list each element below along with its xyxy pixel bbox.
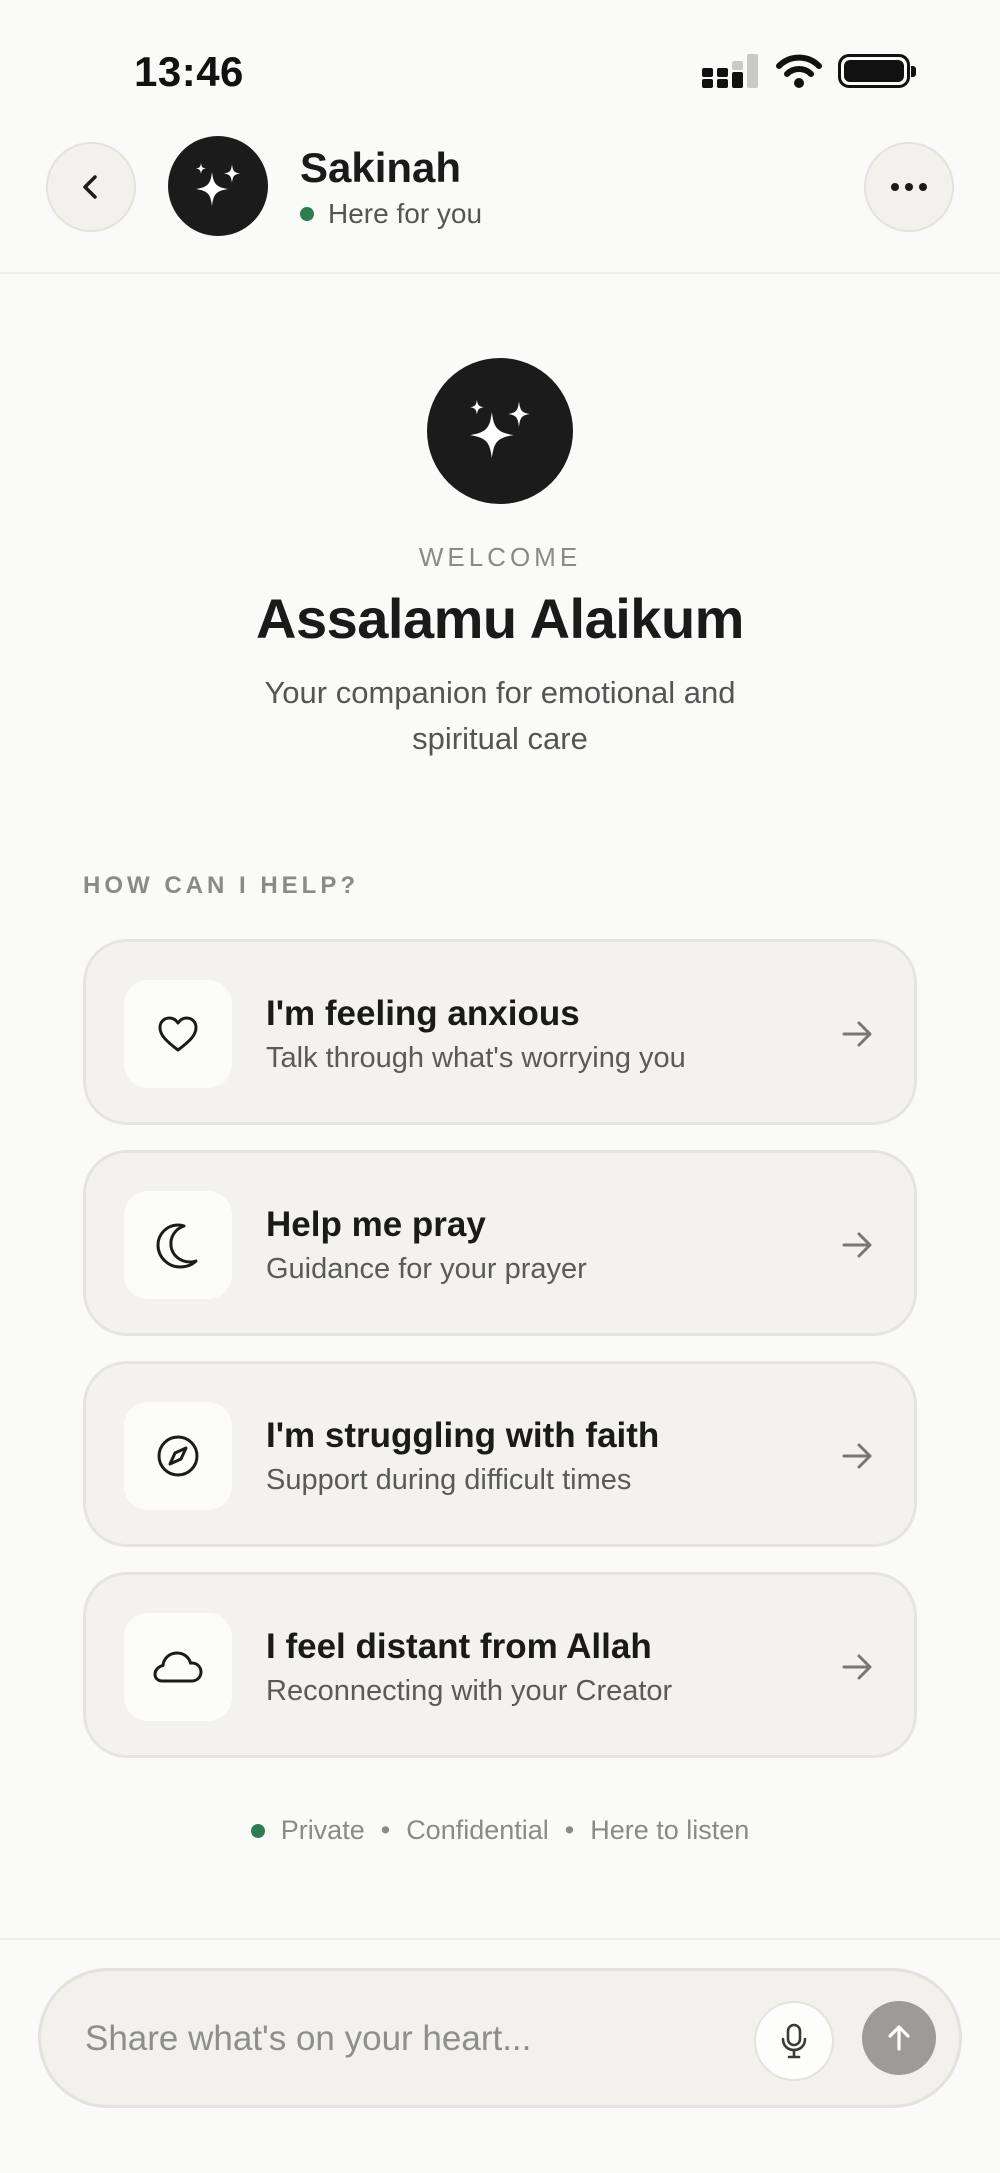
card-title: I'm struggling with faith — [266, 1416, 660, 1455]
assistant-status-text: Here for you — [328, 198, 483, 229]
card-title: I'm feeling anxious — [266, 994, 580, 1033]
online-indicator — [300, 207, 314, 221]
assistant-name: Sakinah — [300, 144, 462, 191]
privacy-separator: • — [564, 1815, 575, 1845]
help-card-distant[interactable]: I feel distant from Allah Reconnecting w… — [83, 1572, 917, 1758]
welcome-subtitle: Your companion for emotional and spiritu… — [264, 675, 736, 756]
sparkles-icon — [470, 399, 530, 459]
assistant-status: Here for you — [300, 198, 482, 230]
privacy-note-confidential: Confidential — [406, 1815, 549, 1845]
card-subtitle: Support during difficult times — [266, 1464, 632, 1496]
chevron-left-icon — [83, 175, 97, 199]
microphone-icon — [781, 2023, 807, 2059]
status-time: 13:46 — [134, 48, 244, 95]
welcome-avatar — [427, 358, 573, 504]
chat-header: Sakinah Here for you — [0, 120, 1000, 274]
cellular-signal-icon — [702, 54, 758, 88]
help-card-anxious[interactable]: I'm feeling anxious Talk through what's … — [83, 939, 917, 1125]
status-icons — [702, 54, 916, 88]
message-input[interactable] — [85, 2007, 745, 2071]
message-composer — [38, 1968, 962, 2108]
privacy-note-listen: Here to listen — [590, 1815, 750, 1845]
heart-icon — [158, 1016, 198, 1052]
compass-icon — [157, 1435, 199, 1477]
arrow-up-icon — [888, 2025, 910, 2051]
help-card-pray[interactable]: Help me pray Guidance for your prayer — [83, 1150, 917, 1336]
voice-input-button[interactable] — [754, 2001, 834, 2081]
arrow-right-icon — [842, 1232, 872, 1258]
help-card-faith[interactable]: I'm struggling with faith Support during… — [83, 1361, 917, 1547]
card-subtitle: Reconnecting with your Creator — [266, 1675, 673, 1707]
more-horizontal-icon — [891, 183, 927, 191]
sparkles-icon — [196, 163, 240, 206]
composer-divider — [0, 1938, 1000, 1940]
moon-icon — [156, 1223, 198, 1269]
back-button[interactable] — [46, 142, 136, 232]
card-icon-tile — [124, 1613, 232, 1721]
arrow-right-icon — [842, 1021, 872, 1047]
privacy-note: Private • Confidential • Here to listen — [0, 1815, 1000, 1846]
chat-screen: 13:46 Sakinah Here for you WELCOME Assal… — [0, 0, 1000, 2173]
welcome-title: Assalamu Alaikum — [256, 587, 744, 650]
more-options-button[interactable] — [864, 142, 954, 232]
card-icon-tile — [124, 1191, 232, 1299]
arrow-right-icon — [842, 1443, 872, 1469]
cloud-icon — [153, 1651, 203, 1683]
privacy-dot — [250, 1823, 265, 1838]
privacy-separator: • — [380, 1815, 391, 1845]
arrow-right-icon — [842, 1654, 872, 1680]
card-icon-tile — [124, 1402, 232, 1510]
card-subtitle: Talk through what's worrying you — [266, 1042, 686, 1074]
welcome-eyebrow: WELCOME — [418, 542, 582, 572]
card-subtitle: Guidance for your prayer — [266, 1253, 587, 1285]
battery-icon — [838, 54, 916, 88]
avatar — [168, 136, 268, 236]
wifi-icon — [776, 54, 822, 88]
card-icon-tile — [124, 980, 232, 1088]
card-title: I feel distant from Allah — [266, 1627, 652, 1666]
send-button[interactable] — [862, 2001, 936, 2075]
status-bar: 13:46 — [0, 0, 1000, 120]
card-title: Help me pray — [266, 1205, 486, 1244]
help-section-label: HOW CAN I HELP? — [83, 872, 359, 899]
privacy-note-private: Private — [280, 1815, 365, 1845]
